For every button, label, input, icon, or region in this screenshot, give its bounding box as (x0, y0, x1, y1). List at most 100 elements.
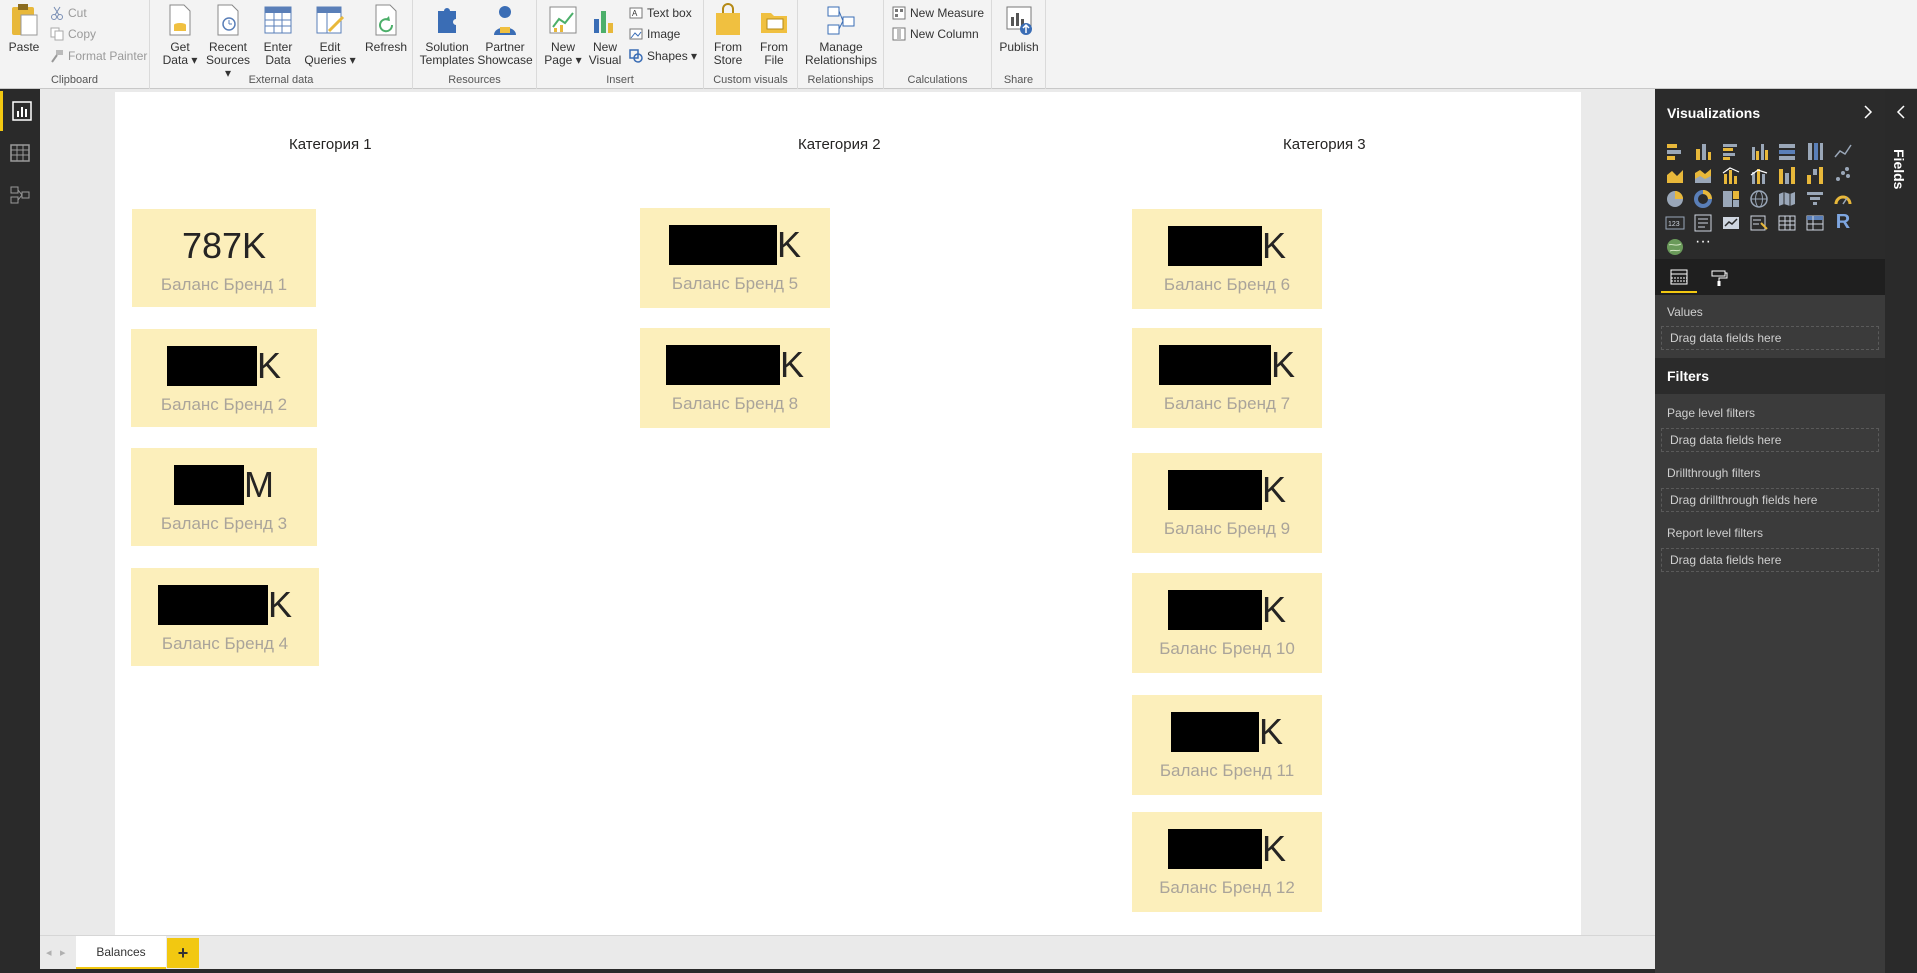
scatter-chart-icon[interactable] (1833, 165, 1853, 185)
fields-pane-collapsed[interactable]: Fields (1885, 89, 1917, 973)
slicer-icon[interactable] (1749, 213, 1769, 233)
copy-button[interactable]: Copy (50, 25, 96, 43)
more-visuals-icon[interactable]: ··· (1693, 233, 1713, 253)
new-page-button[interactable]: New Page ▾ (539, 3, 587, 69)
clustered-bar-chart-icon[interactable] (1721, 141, 1741, 161)
report-canvas: Категория 1 Категория 2 Категория 3 787K… (40, 89, 1655, 935)
card-value: K (131, 346, 317, 386)
card-caption: Баланс Бренд 11 (1159, 761, 1295, 780)
card-brand-5[interactable]: K Баланс Бренд 5 (640, 208, 830, 308)
line-column-chart-icon[interactable] (1721, 165, 1741, 185)
paintbrush-icon (51, 50, 63, 63)
new-column-button[interactable]: New Column (892, 25, 979, 43)
solution-templates-button[interactable]: Solution Templates (419, 3, 475, 69)
enter-data-button[interactable]: Enter Data (254, 3, 302, 69)
multi-row-card-icon[interactable] (1693, 213, 1713, 233)
donut-chart-icon[interactable] (1693, 189, 1713, 209)
stacked-area-chart-icon[interactable] (1693, 165, 1713, 185)
format-painter-button[interactable]: Format Painter (50, 47, 147, 65)
paste-button[interactable]: Paste (0, 3, 48, 69)
new-measure-button[interactable]: New Measure (892, 4, 984, 22)
copy-icon (50, 27, 64, 41)
percent-column-chart-icon[interactable] (1805, 141, 1825, 161)
r-visual-icon[interactable]: R (1833, 211, 1853, 233)
filled-map-icon[interactable] (1777, 189, 1797, 209)
data-view-icon (10, 144, 30, 162)
card-visual-icon[interactable]: 123 (1665, 213, 1685, 233)
drillthrough-drop-well[interactable]: Drag drillthrough fields here (1661, 488, 1879, 512)
table-visual-icon[interactable] (1777, 213, 1797, 233)
waterfall-chart-icon[interactable] (1805, 165, 1825, 185)
card-brand-10[interactable]: K Баланс Бренд 10 (1132, 573, 1322, 673)
page-level-drop-well[interactable]: Drag data fields here (1661, 428, 1879, 452)
manage-relationships-button[interactable]: Manage Relationships (802, 3, 880, 69)
pie-chart-icon[interactable] (1665, 189, 1685, 209)
refresh-button[interactable]: Refresh (362, 3, 410, 69)
card-brand-1[interactable]: 787K Баланс Бренд 1 (132, 209, 316, 307)
line-chart-icon[interactable] (1833, 141, 1853, 161)
card-brand-7[interactable]: K Баланс Бренд 7 (1132, 328, 1322, 428)
arcgis-map-icon[interactable] (1665, 237, 1685, 257)
stacked-column-chart-icon[interactable] (1693, 141, 1713, 161)
partner-showcase-button[interactable]: Partner Showcase (477, 3, 533, 69)
tab-scroll-right-icon[interactable]: ▸ (60, 946, 66, 959)
values-drop-well[interactable]: Drag data fields here (1661, 326, 1879, 350)
from-file-button[interactable]: From File (752, 3, 796, 69)
chevron-right-icon[interactable] (1861, 103, 1875, 121)
tab-balances[interactable]: Balances (76, 936, 166, 970)
card-caption: Баланс Бренд 6 (1163, 275, 1291, 294)
database-doc-icon (169, 4, 191, 36)
line-stacked-column-chart-icon[interactable] (1749, 165, 1769, 185)
card-value: K (1132, 226, 1322, 266)
card-brand-8[interactable]: K Баланс Бренд 8 (640, 328, 830, 428)
funnel-chart-icon[interactable] (1805, 189, 1825, 209)
new-visual-button[interactable]: New Visual (581, 3, 629, 69)
card-brand-11[interactable]: K Баланс Бренд 11 (1132, 695, 1322, 795)
get-data-button[interactable]: Get Data ▾ (156, 3, 204, 69)
edit-queries-button[interactable]: Edit Queries ▾ (304, 3, 356, 69)
ribbon-chart-icon[interactable] (1777, 165, 1797, 185)
cut-button[interactable]: Cut (50, 4, 87, 22)
add-page-button[interactable]: + (167, 938, 199, 968)
stacked-bar-chart-icon[interactable] (1665, 141, 1685, 161)
card-caption: Баланс Бренд 8 (671, 394, 799, 413)
visualizations-header: Visualizations (1655, 89, 1885, 137)
relationships-group: Manage Relationships Relationships (798, 0, 884, 89)
card-brand-12[interactable]: K Баланс Бренд 12 (1132, 812, 1322, 912)
card-brand-6[interactable]: K Баланс Бренд 6 (1132, 209, 1322, 309)
publish-button[interactable]: Publish (995, 3, 1043, 69)
card-caption: Баланс Бренд 9 (1163, 519, 1291, 538)
card-brand-2[interactable]: K Баланс Бренд 2 (131, 329, 317, 427)
area-chart-icon[interactable] (1665, 165, 1685, 185)
map-icon[interactable] (1749, 189, 1769, 209)
clustered-column-chart-icon[interactable] (1749, 141, 1769, 161)
relationships-view-button[interactable] (0, 175, 40, 215)
filters-title: Filters (1667, 368, 1710, 384)
category-2-title: Категория 2 (798, 136, 881, 153)
card-caption: Баланс Бренд 7 (1163, 394, 1291, 413)
text-box-button[interactable]: A Text box (629, 4, 692, 22)
card-brand-3[interactable]: M Баланс Бренд 3 (131, 448, 317, 546)
column-icon (892, 27, 906, 41)
clipboard-group: Paste Cut Copy Format Painter Clipboard (0, 0, 150, 89)
card-brand-4[interactable]: K Баланс Бренд 4 (131, 568, 319, 666)
treemap-icon[interactable] (1721, 189, 1741, 209)
chevron-left-icon[interactable] (1894, 103, 1908, 121)
card-brand-9[interactable]: K Баланс Бренд 9 (1132, 453, 1322, 553)
format-tab[interactable] (1701, 263, 1737, 293)
fields-well-tab[interactable] (1661, 263, 1697, 293)
card-caption: Баланс Бренд 4 (161, 634, 289, 653)
kpi-icon[interactable] (1721, 213, 1741, 233)
data-view-button[interactable] (0, 133, 40, 173)
percent-bar-chart-icon[interactable] (1777, 141, 1797, 161)
image-button[interactable]: Image (629, 25, 680, 43)
report-view-button[interactable] (0, 91, 40, 131)
from-store-button[interactable]: From Store (706, 3, 750, 69)
shapes-button[interactable]: Shapes ▾ (629, 47, 697, 65)
matrix-icon[interactable] (1805, 213, 1825, 233)
recent-sources-button[interactable]: Recent Sources ▾ (202, 3, 254, 80)
tab-scroll-left-icon[interactable]: ◂ (46, 946, 52, 959)
redaction-box (1167, 470, 1262, 510)
gauge-icon[interactable] (1833, 189, 1853, 209)
report-level-drop-well[interactable]: Drag data fields here (1661, 548, 1879, 572)
